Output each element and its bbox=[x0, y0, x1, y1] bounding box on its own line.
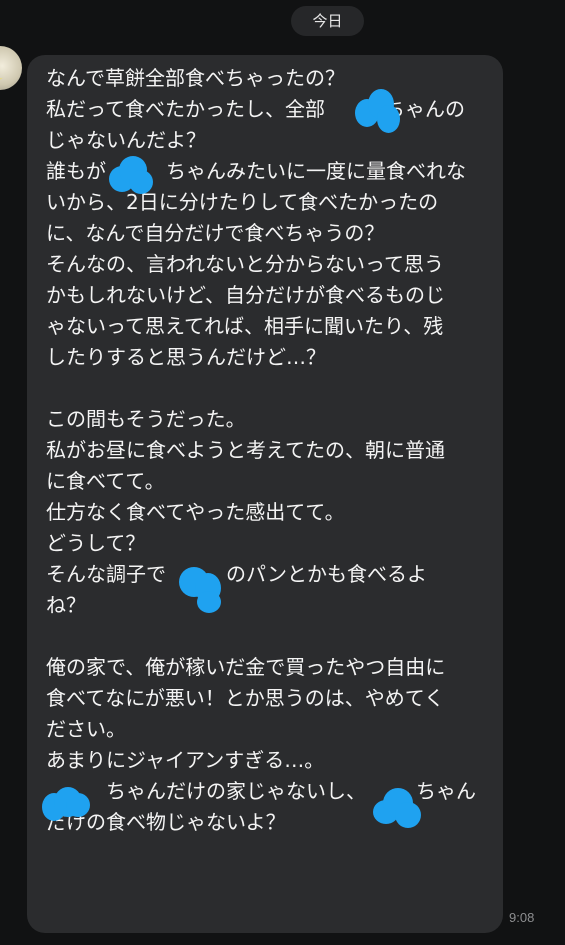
redaction-mark bbox=[109, 156, 159, 202]
date-separator: 今日 bbox=[291, 6, 364, 36]
chat-screen: 今日 なんで草餅全部食べちゃったの？ 私だって食べたかったし、全部 ちゃんの じ… bbox=[0, 0, 565, 945]
message-time: 9:08 bbox=[509, 910, 535, 925]
redaction-mark bbox=[353, 89, 403, 135]
avatar[interactable] bbox=[0, 46, 22, 90]
redaction-mark bbox=[177, 567, 227, 613]
message-bubble[interactable]: なんで草餅全部食べちゃったの？ 私だって食べたかったし、全部 ちゃんの じゃない… bbox=[27, 55, 503, 933]
moon-avatar-icon bbox=[0, 60, 10, 78]
redaction-mark bbox=[373, 788, 423, 834]
redaction-mark bbox=[42, 785, 92, 831]
